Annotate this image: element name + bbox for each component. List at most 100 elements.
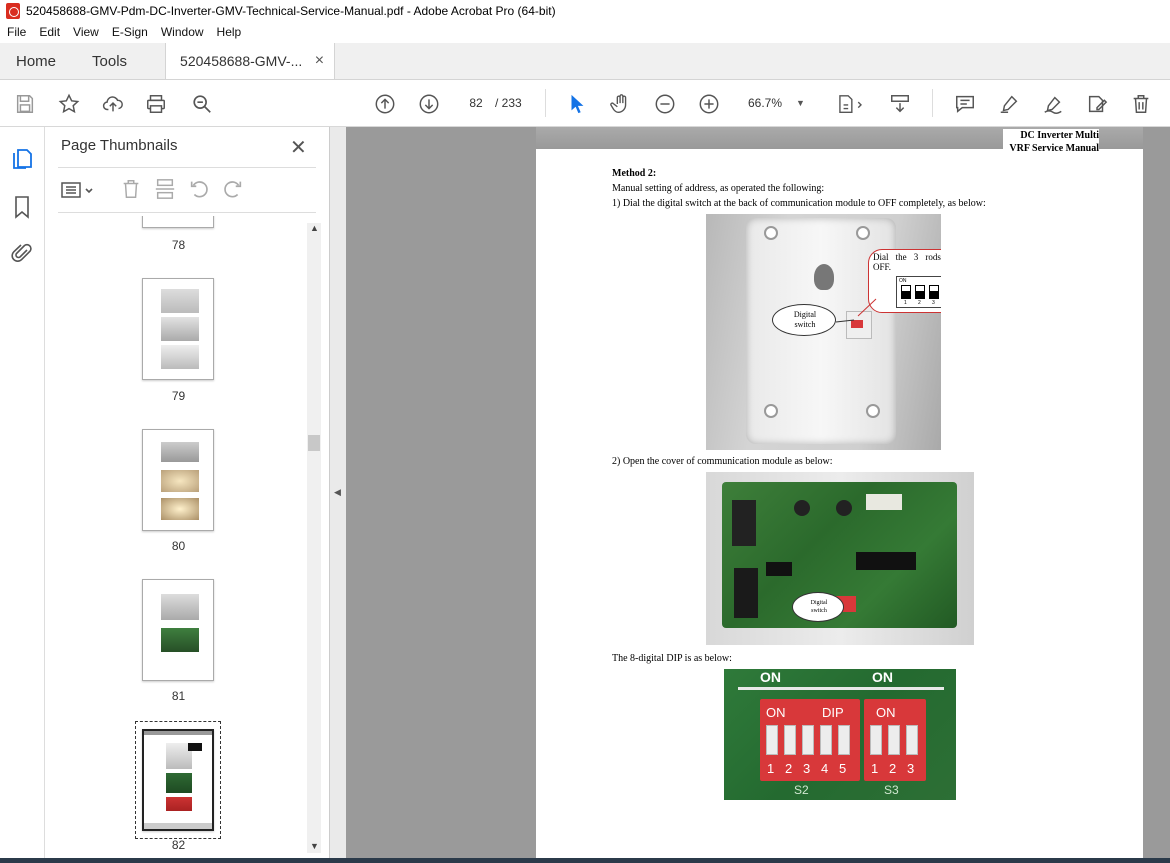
insert-page-icon[interactable] <box>154 178 176 205</box>
zoom-search-icon[interactable] <box>190 92 214 116</box>
rotate-left-icon[interactable] <box>188 178 210 205</box>
dip-switch-photo: ON ON ON DIP 1 2 3 4 5 ON 1 2 3 S2 S3 <box>724 669 956 800</box>
dip-s2-silk: S2 <box>794 783 809 797</box>
header-line-2: VRF Service Manual <box>1009 143 1099 154</box>
dip-s2-num-1: 1 <box>767 761 775 776</box>
dip-s3-num-2: 2 <box>889 761 897 776</box>
bookmarks-icon[interactable] <box>13 195 31 224</box>
page-fit-icon[interactable] <box>833 92 867 116</box>
tab-home[interactable]: Home <box>0 43 72 79</box>
chevron-down-icon: ▼ <box>796 98 805 108</box>
thumbnail-list: 78 79 80 81 82 <box>45 216 307 856</box>
intro-text: Manual setting of address, as operated t… <box>612 183 825 194</box>
left-navigation-rail <box>0 127 45 863</box>
close-icon[interactable]: ✕ <box>290 135 307 160</box>
digital-switch-callout-2: Digital switch <box>792 592 844 622</box>
thumbnail-label-78: 78 <box>171 238 186 252</box>
page-thumbnails-icon[interactable] <box>11 147 33 176</box>
tab-tools[interactable]: Tools <box>72 43 143 79</box>
highlight-pen-icon[interactable] <box>997 92 1021 116</box>
dip-s2-num-5: 5 <box>839 761 847 776</box>
digital-switch-callout: Digital switch <box>772 304 836 336</box>
menu-esign[interactable]: E-Sign <box>105 25 154 39</box>
dip-on-label: ON <box>899 278 907 284</box>
pdf-page: DC Inverter Multi VRF Service Manual Met… <box>536 127 1143 863</box>
thumbnail-label-82: 82 <box>171 838 186 852</box>
hand-tool-icon[interactable] <box>609 92 633 116</box>
menu-edit[interactable]: Edit <box>32 25 66 39</box>
step-2-text: 2) Open the cover of communication modul… <box>612 456 833 467</box>
dip-callout-arrow-icon <box>857 298 877 317</box>
page-header: DC Inverter Multi VRF Service Manual <box>1003 129 1099 155</box>
rotate-right-icon[interactable] <box>222 178 244 205</box>
comment-icon[interactable] <box>953 92 977 116</box>
panel-collapse-handle[interactable]: ◀ <box>330 127 346 863</box>
dip-s2-label: DIP <box>822 705 844 720</box>
digital-switch-label-2: Digital switch <box>810 600 828 614</box>
header-line-1: DC Inverter Multi <box>1020 130 1099 141</box>
delete-page-icon[interactable] <box>120 178 142 205</box>
step-3-text: The 8-digital DIP is as below: <box>612 653 732 664</box>
sign-icon[interactable] <box>1041 92 1065 116</box>
upload-cloud-icon[interactable] <box>101 92 125 116</box>
bookmark-star-icon[interactable] <box>57 92 81 116</box>
dip-switch-s3: ON 1 2 3 <box>864 699 926 781</box>
dip-photo-on-left: ON <box>760 669 781 685</box>
dip-number-1: 1 <box>904 300 907 306</box>
document-viewer[interactable]: DC Inverter Multi VRF Service Manual Met… <box>346 127 1170 863</box>
window-title: 520458688-GMV-Pdm-DC-Inverter-GMV-Techni… <box>26 4 556 18</box>
dip-s3-num-1: 1 <box>871 761 879 776</box>
thumbnail-label-79: 79 <box>171 389 186 403</box>
delete-trash-icon[interactable] <box>1129 92 1153 116</box>
zoom-out-icon[interactable] <box>653 92 677 116</box>
menu-file[interactable]: File <box>0 25 32 39</box>
panel-divider-2 <box>58 212 316 213</box>
next-page-icon[interactable] <box>417 92 441 116</box>
thumbnail-page-78[interactable] <box>142 216 214 228</box>
thumbnail-page-81[interactable] <box>142 579 214 681</box>
save-icon[interactable] <box>13 92 37 116</box>
digital-switch-label: Digital switch <box>793 310 817 329</box>
thumbnail-page-82[interactable] <box>142 729 214 831</box>
module-pcb-photo: Digital switch <box>706 472 974 645</box>
dip-s3-on: ON <box>876 705 896 720</box>
menu-window[interactable]: Window <box>154 25 210 39</box>
print-icon[interactable] <box>144 92 168 116</box>
thumbnail-scrollbar[interactable]: ▲ ▼ <box>307 223 321 853</box>
zoom-level-dropdown[interactable]: 66.7% ▼ <box>742 91 808 115</box>
dip-switch-s2: ON DIP 1 2 3 4 5 <box>760 699 860 781</box>
dip-s2-num-4: 4 <box>821 761 829 776</box>
scroll-up-icon[interactable]: ▲ <box>310 223 319 233</box>
scrolling-mode-icon[interactable] <box>888 92 912 116</box>
select-cursor-icon[interactable] <box>565 92 589 116</box>
thumbnail-page-80[interactable] <box>142 429 214 531</box>
edit-pdf-icon[interactable] <box>1085 92 1109 116</box>
thumbnail-label-80: 80 <box>171 539 186 553</box>
module-back-photo: Digital switch Dial the 3 rods to OFF. O… <box>706 214 941 450</box>
page-number-input[interactable]: 82 <box>461 91 491 115</box>
thumbnail-page-79[interactable] <box>142 278 214 380</box>
scroll-down-icon[interactable]: ▼ <box>310 841 319 851</box>
menu-help[interactable]: Help <box>210 25 248 39</box>
tab-bar: Home Tools 520458688-GMV-... × <box>0 43 1170 80</box>
attachments-paperclip-icon[interactable] <box>11 241 33 270</box>
zoom-level-value: 66.7% <box>748 96 783 110</box>
previous-page-icon[interactable] <box>373 92 397 116</box>
menu-view[interactable]: View <box>66 25 105 39</box>
dip-s2-num-2: 2 <box>785 761 793 776</box>
tab-close-icon[interactable]: × <box>315 52 324 70</box>
thumbnail-options-icon[interactable] <box>61 180 97 205</box>
taskbar-edge <box>0 858 1170 863</box>
dip-s3-silk: S3 <box>884 783 899 797</box>
thumbnail-label-81: 81 <box>171 689 186 703</box>
dip-s2-on: ON <box>766 705 786 720</box>
dip-diagram: ON 1 2 3 <box>896 276 941 308</box>
tab-document[interactable]: 520458688-GMV-... × <box>165 43 336 79</box>
dip-number-3: 3 <box>932 300 935 306</box>
dip-number-2: 2 <box>918 300 921 306</box>
page-total: / 233 <box>495 96 522 110</box>
chevron-left-icon: ◀ <box>334 487 341 497</box>
scrollbar-thumb[interactable] <box>308 435 320 451</box>
zoom-in-icon[interactable] <box>697 92 721 116</box>
pdf-icon <box>6 3 20 19</box>
